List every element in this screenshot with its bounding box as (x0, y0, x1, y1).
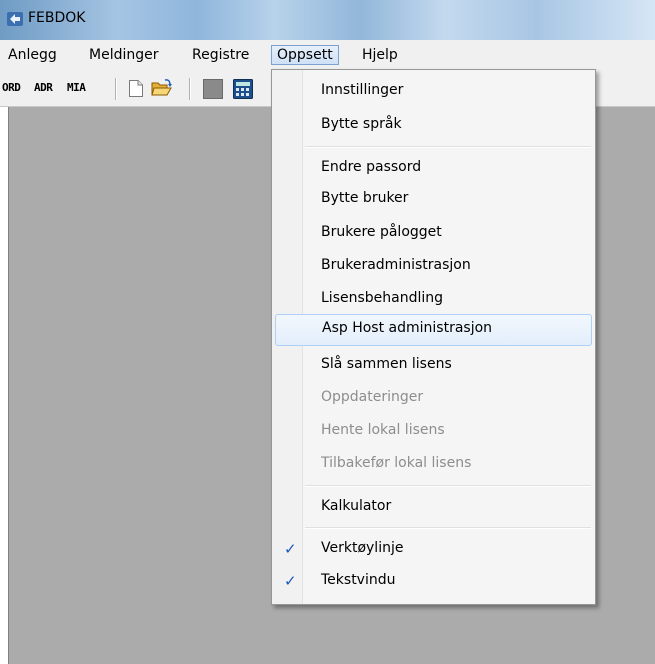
menu-separator (305, 146, 591, 148)
new-document-icon[interactable] (128, 79, 144, 98)
menu-item-asp-host-administrasjon[interactable]: Asp Host administrasjon (275, 314, 592, 346)
menu-registre[interactable]: Registre (187, 45, 254, 65)
menu-item-lisensbehandling[interactable]: Lisensbehandling (274, 284, 592, 314)
window-title: FEBDOK (28, 10, 86, 26)
calculator-icon[interactable] (233, 79, 253, 99)
open-folder-icon[interactable] (151, 79, 173, 98)
toolbar-ord-button[interactable]: ORD (2, 81, 21, 94)
menu-hjelp[interactable]: Hjelp (357, 45, 403, 65)
menu-item-verktoylinje[interactable]: ✓ Verktøylinje (274, 534, 592, 564)
menu-separator (305, 527, 591, 529)
menu-item-brukeradministrasjon[interactable]: Brukeradministrasjon (274, 251, 592, 281)
menu-item-bytte-bruker[interactable]: Bytte bruker (274, 184, 592, 214)
menu-item-endre-passord[interactable]: Endre passord (274, 153, 592, 183)
checkmark-icon: ✓ (284, 540, 297, 558)
menu-item-innstillinger[interactable]: Innstillinger (274, 76, 592, 106)
toolbar-adr-button[interactable]: ADR (34, 81, 53, 94)
menu-item-brukere-palogget[interactable]: Brukere pålogget (274, 218, 592, 248)
gray-square-icon[interactable] (203, 79, 223, 99)
menu-item-kalkulator[interactable]: Kalkulator (274, 492, 592, 522)
toolbar-mia-button[interactable]: MIA (67, 81, 86, 94)
menu-item-tilbakefor-lokal-lisens[interactable]: Tilbakefør lokal lisens (274, 449, 592, 479)
menu-separator (305, 485, 591, 487)
oppsett-dropdown-menu: Innstillinger Bytte språk Endre passord … (271, 69, 596, 605)
menu-item-bytte-sprak[interactable]: Bytte språk (274, 110, 592, 140)
menu-item-tekstvindu[interactable]: ✓ Tekstvindu (274, 566, 592, 596)
menu-anlegg[interactable]: Anlegg (3, 45, 62, 65)
menu-bar: Anlegg Meldinger Registre Oppsett Hjelp (0, 40, 655, 70)
menu-item-sla-sammen-lisens[interactable]: Slå sammen lisens (274, 350, 592, 380)
checkmark-icon: ✓ (284, 572, 297, 590)
menu-oppsett[interactable]: Oppsett (271, 45, 339, 65)
febdok-app-icon (7, 12, 23, 26)
title-bar: FEBDOK (0, 0, 655, 40)
menu-item-hente-lokal-lisens[interactable]: Hente lokal lisens (274, 416, 592, 446)
menu-meldinger[interactable]: Meldinger (84, 45, 164, 65)
menu-item-oppdateringer[interactable]: Oppdateringer (274, 383, 592, 413)
toolbar-separator (115, 78, 117, 100)
toolbar-separator (189, 78, 191, 100)
